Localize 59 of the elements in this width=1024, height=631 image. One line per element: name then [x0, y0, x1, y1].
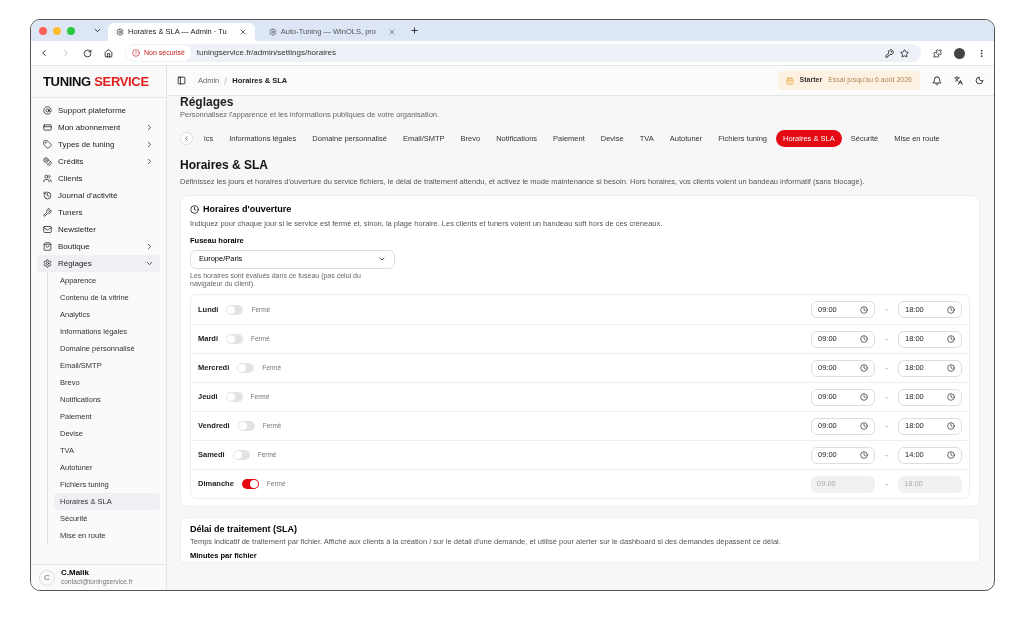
back-icon[interactable]	[39, 48, 49, 58]
favicon-icon	[268, 28, 277, 36]
card-title: Délai de traitement (SLA)	[190, 524, 299, 536]
extensions-icon[interactable]	[933, 48, 942, 58]
translate-icon[interactable]	[954, 76, 963, 85]
brand-logo[interactable]: TUNING SERVICE	[43, 71, 149, 92]
sidebar-item[interactable]: Types de tuning	[37, 136, 160, 153]
sidebar-item[interactable]: Mon abonnement	[37, 119, 160, 136]
reload-icon[interactable]	[83, 48, 92, 58]
closed-toggle[interactable]	[232, 450, 250, 460]
chevron-right-icon	[145, 242, 154, 251]
user-name: C.Malik	[61, 568, 90, 579]
sidebar-item[interactable]: Newsletter	[37, 221, 160, 238]
sidebar-item[interactable]: Boutique	[37, 238, 160, 255]
sidebar-item[interactable]: Journal d'activité	[37, 187, 160, 204]
tab-list-icon[interactable]	[93, 26, 102, 35]
warning-icon	[132, 49, 140, 57]
favicon-icon	[116, 28, 124, 36]
calendar-icon	[785, 76, 794, 85]
closed-toggle[interactable]	[237, 363, 255, 373]
clock-icon	[860, 335, 868, 343]
clock-icon	[947, 305, 955, 314]
clock-icon	[947, 422, 955, 430]
clock-icon	[190, 204, 199, 214]
sidebar-toggle-icon[interactable]	[177, 76, 186, 85]
close-tab-icon[interactable]	[388, 28, 396, 36]
sidebar-item[interactable]: Réglages	[37, 255, 160, 272]
clock-icon	[947, 451, 955, 459]
moon-icon[interactable]	[975, 76, 984, 85]
closed-toggle[interactable]	[226, 334, 243, 344]
chevron-down-icon	[378, 255, 386, 263]
sidebar-item[interactable]: Clients	[37, 170, 160, 187]
clock-icon	[947, 364, 955, 372]
card-title: Horaires d'ouverture	[203, 202, 292, 216]
clock-icon	[860, 305, 868, 314]
closed-toggle[interactable]	[237, 421, 255, 431]
bookmark-star-icon[interactable]	[900, 48, 909, 58]
section-title: Horaires & SLA	[180, 159, 270, 172]
key-icon[interactable]	[885, 48, 894, 58]
profile-avatar[interactable]	[954, 47, 965, 59]
clock-icon	[860, 364, 868, 372]
new-tab-icon[interactable]	[410, 26, 419, 35]
close-tab-icon[interactable]	[238, 28, 247, 36]
url-text: tuningservice.fr/admin/settings/horaires	[196, 47, 338, 59]
clock-icon	[860, 451, 868, 459]
clock-icon	[947, 335, 955, 343]
clock-icon	[947, 393, 955, 401]
clock-icon	[860, 393, 868, 401]
clock-icon	[860, 422, 868, 430]
home-icon[interactable]	[104, 48, 113, 58]
bell-icon[interactable]	[932, 75, 942, 86]
sidebar-item[interactable]: Crédits	[37, 153, 160, 170]
sidebar-item[interactable]: Tuners	[37, 204, 160, 221]
page-title: Réglages	[180, 96, 235, 108]
chevron-down-icon	[145, 259, 154, 268]
closed-toggle[interactable]	[226, 304, 244, 315]
closed-toggle[interactable]	[241, 479, 259, 489]
sidebar-item[interactable]: Support plateforme	[37, 102, 160, 119]
closed-toggle[interactable]	[225, 392, 243, 402]
